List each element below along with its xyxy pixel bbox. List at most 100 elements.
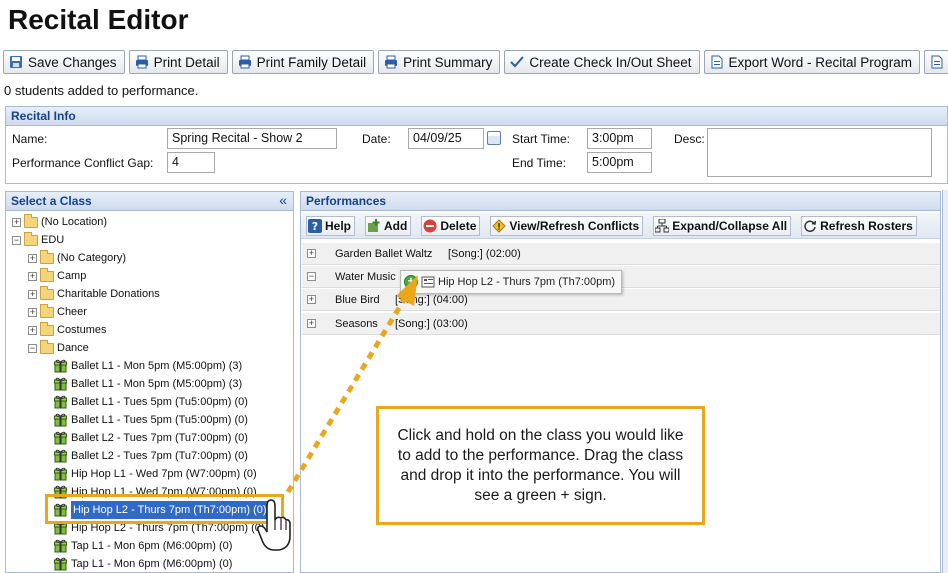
select-class-panel: Select a Class « + (No Location) − EDU + (No …: [5, 191, 294, 573]
collapse-icon[interactable]: −: [28, 343, 37, 353]
performances-header: Performances: [301, 192, 940, 211]
tree-node-label: Ballet L1 - Mon 5pm (M5:00pm) (3): [71, 378, 243, 390]
expand-icon[interactable]: +: [28, 271, 37, 281]
svg-text:?: ?: [312, 220, 318, 233]
expand-icon[interactable]: +: [28, 307, 37, 317]
instruction-text: Click and hold on the class you would li…: [397, 426, 684, 504]
tree-node-label: Costumes: [57, 324, 107, 336]
tree-class-node[interactable]: Hip Hop L1 - Wed 7pm (W7:00pm) (0): [54, 483, 257, 501]
document-icon: [711, 55, 722, 69]
right-scrollbar[interactable]: [942, 190, 948, 573]
performance-row[interactable]: + Garden Ballet Waltz [Song:] (02:00): [302, 243, 940, 265]
folder-icon: [40, 321, 54, 336]
end-time-input[interactable]: 5:00pm: [587, 152, 652, 173]
warning-icon: [492, 218, 507, 233]
tree-class-node[interactable]: Tap L1 - Mon 6pm (M6:00pm) (0): [54, 537, 232, 555]
select-class-header: Select a Class: [6, 192, 293, 211]
tree-class-node[interactable]: Hip Hop L2 - Thurs 7pm (Th7:00pm) (0): [54, 519, 265, 537]
save-icon: [10, 56, 22, 68]
expand-collapse-all-label: Expand/Collapse All: [672, 218, 788, 233]
print-summary-label: Print Summary: [403, 54, 493, 70]
tree-class-node[interactable]: Ballet L1 - Mon 5pm (M5:00pm) (3): [54, 375, 242, 393]
export-word-recital-program-label: Export Word - Recital Program: [728, 54, 913, 70]
tree-folder-node[interactable]: − EDU: [12, 231, 64, 249]
tree-class-node[interactable]: Ballet L1 - Mon 5pm (M5:00pm) (3): [54, 357, 242, 375]
refresh-icon: [804, 220, 817, 232]
tree-class-node[interactable]: Ballet L2 - Tues 7pm (Tu7:00pm) (0): [54, 429, 248, 447]
export-truncated-button[interactable]: Ex: [924, 50, 948, 74]
performance-row[interactable]: + Seasons [Song:] (03:00): [302, 313, 940, 335]
tree-class-node[interactable]: Hip Hop L1 - Wed 7pm (W7:00pm) (0): [54, 465, 257, 483]
expand-icon[interactable]: +: [12, 217, 21, 227]
printer-icon: [238, 55, 251, 69]
printer-icon: [135, 55, 148, 69]
expand-icon[interactable]: +: [307, 249, 316, 258]
help-button[interactable]: ? Help: [306, 215, 356, 236]
tree-node-label: (No Location): [41, 216, 108, 228]
expand-icon[interactable]: +: [28, 289, 37, 299]
date-input[interactable]: 04/09/25: [408, 128, 484, 149]
performance-info: [Song:] (02:00): [448, 248, 521, 260]
export-word-recital-program-button[interactable]: Export Word - Recital Program: [703, 50, 921, 74]
folder-icon: [40, 249, 54, 264]
collapse-icon[interactable]: −: [12, 235, 21, 245]
page-title: Recital Editor: [8, 4, 189, 35]
tree-class-node[interactable]: Hip Hop L2 - Thurs 7pm (Th7:00pm) (0): [54, 501, 269, 519]
delete-performance-button[interactable]: Delete: [421, 215, 481, 236]
folder-icon: [40, 267, 54, 282]
folder-icon: [40, 285, 54, 300]
tree-folder-node[interactable]: + (No Location): [12, 213, 107, 231]
view-refresh-conflicts-button[interactable]: View/Refresh Conflicts: [490, 215, 644, 236]
class-gift-icon: [54, 557, 67, 571]
instruction-callout: Click and hold on the class you would li…: [376, 406, 705, 525]
tree-class-node[interactable]: Ballet L1 - Tues 5pm (Tu5:00pm) (0): [54, 411, 248, 429]
tree-folder-node[interactable]: + Charitable Donations: [28, 285, 160, 303]
expand-icon[interactable]: +: [28, 325, 37, 335]
folder-icon: [40, 339, 54, 354]
print-family-detail-label: Print Family Detail: [256, 54, 367, 70]
start-time-label: Start Time:: [512, 132, 571, 146]
expand-collapse-all-button[interactable]: Expand/Collapse All: [653, 215, 792, 236]
class-gift-icon: [54, 539, 67, 553]
print-detail-button[interactable]: Print Detail: [128, 50, 228, 74]
tree-class-node[interactable]: Ballet L1 - Tues 5pm (Tu5:00pm) (0): [54, 393, 248, 411]
print-summary-button[interactable]: Print Summary: [378, 50, 501, 74]
tree-node-label: EDU: [41, 234, 65, 246]
tree-folder-node[interactable]: + Cheer: [28, 303, 87, 321]
performance-name: Seasons: [335, 318, 378, 330]
print-detail-label: Print Detail: [153, 54, 220, 70]
delete-icon: [423, 219, 437, 232]
folder-icon: [40, 303, 54, 318]
collapse-icon[interactable]: −: [307, 272, 316, 281]
expand-icon[interactable]: +: [28, 253, 37, 263]
class-gift-icon: [54, 521, 67, 535]
checkmark-icon: [510, 56, 525, 68]
tree-node-label: Camp: [57, 270, 87, 282]
end-time-label: End Time:: [512, 156, 567, 170]
name-input[interactable]: Spring Recital - Show 2: [167, 128, 337, 149]
tree-class-node[interactable]: Tap L1 - Mon 6pm (M6:00pm) (0): [54, 555, 232, 572]
add-icon: [368, 218, 380, 232]
tree-class-node[interactable]: Ballet L2 - Tues 7pm (Tu7:00pm) (0): [54, 447, 248, 465]
tree-folder-node[interactable]: + Costumes: [28, 321, 107, 339]
expand-icon[interactable]: +: [307, 319, 316, 328]
tree-node-label: Charitable Donations: [57, 288, 160, 300]
start-time-input[interactable]: 3:00pm: [587, 128, 652, 149]
expand-icon[interactable]: +: [307, 295, 316, 304]
create-check-in-out-sheet-button[interactable]: Create Check In/Out Sheet: [504, 50, 700, 74]
calendar-icon[interactable]: [487, 131, 501, 145]
print-family-detail-button[interactable]: Print Family Detail: [231, 50, 375, 74]
tree-folder-node[interactable]: + (No Category): [28, 249, 126, 267]
tree-folder-node[interactable]: − Dance: [28, 339, 89, 357]
desc-textarea[interactable]: [707, 128, 932, 177]
class-gift-icon: [54, 431, 67, 445]
save-changes-button[interactable]: Save Changes: [3, 50, 125, 74]
refresh-rosters-button[interactable]: Refresh Rosters: [801, 215, 917, 236]
name-label: Name:: [12, 132, 48, 146]
collapse-panel-icon[interactable]: «: [279, 192, 287, 208]
refresh-rosters-label: Refresh Rosters: [820, 218, 913, 233]
tree-node-label: Ballet L2 - Tues 7pm (Tu7:00pm) (0): [71, 450, 248, 462]
tree-folder-node[interactable]: + Camp: [28, 267, 86, 285]
add-performance-button[interactable]: Add: [365, 215, 412, 236]
conflict-gap-input[interactable]: 4: [167, 152, 215, 173]
